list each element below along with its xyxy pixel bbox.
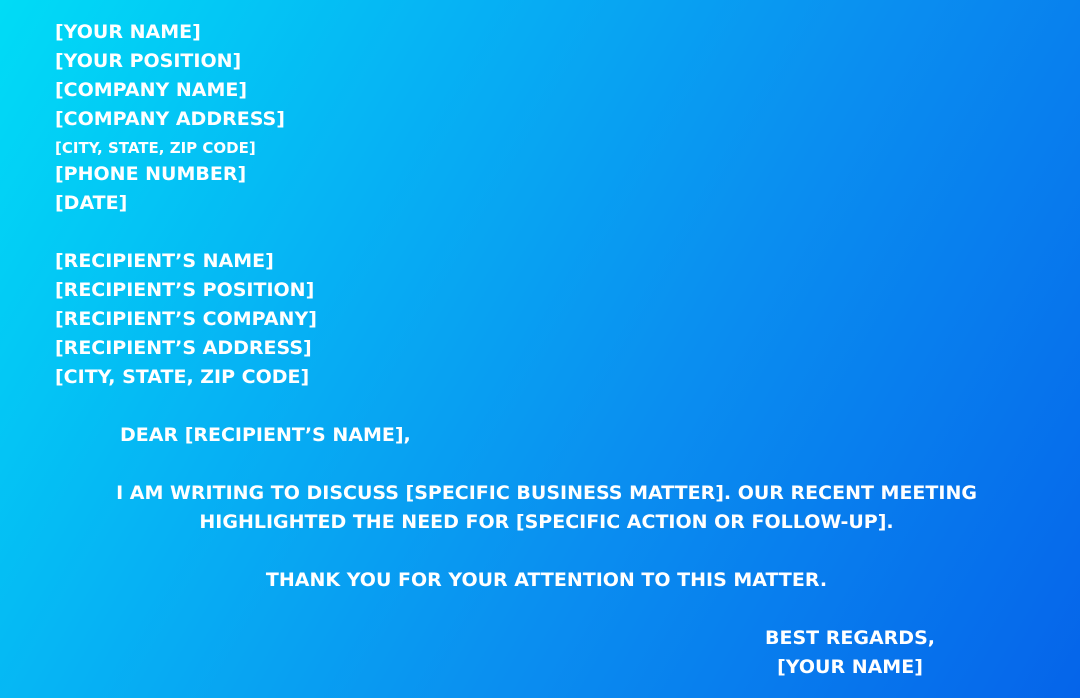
body-line: HIGHLIGHTED THE NEED FOR [SPECIFIC ACTIO… — [199, 511, 894, 533]
body-line: I AM WRITING TO DISCUSS [SPECIFIC BUSINE… — [116, 482, 977, 504]
recipient-address: [RECIPIENT’S ADDRESS] — [55, 337, 312, 359]
sender-position: [YOUR POSITION] — [55, 50, 242, 72]
recipient-position: [RECIPIENT’S POSITION] — [55, 279, 315, 301]
closing: BEST REGARDS, — [765, 627, 935, 649]
sender-phone: [PHONE NUMBER] — [55, 163, 247, 185]
salutation: DEAR [RECIPIENT’S NAME], — [120, 424, 411, 446]
sender-company: [COMPANY NAME] — [55, 79, 248, 101]
signature: [YOUR NAME] — [777, 656, 923, 678]
thanks-line: THANK YOU FOR YOUR ATTENTION TO THIS MAT… — [265, 569, 828, 591]
sender-name: [YOUR NAME] — [55, 21, 201, 43]
recipient-company: [RECIPIENT’S COMPANY] — [55, 308, 317, 330]
recipient-city-state-zip: [CITY, STATE, ZIP CODE] — [55, 366, 310, 388]
sender-city-state-zip: [CITY, STATE, ZIP CODE] — [55, 139, 256, 157]
sender-date: [DATE] — [55, 192, 128, 214]
sender-address: [COMPANY ADDRESS] — [55, 108, 285, 130]
recipient-name: [RECIPIENT’S NAME] — [55, 250, 274, 272]
